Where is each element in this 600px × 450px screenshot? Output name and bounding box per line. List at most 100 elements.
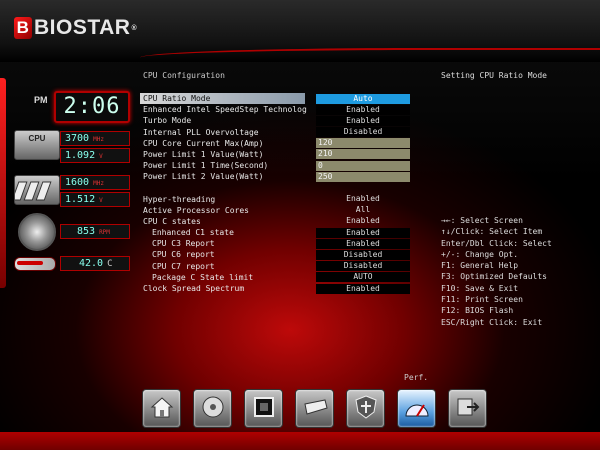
setting-value[interactable]: Enabled xyxy=(316,283,410,294)
setting-label: CPU C3 Report xyxy=(152,239,215,249)
temperature-value: 42.0 xyxy=(79,258,104,269)
setting-row[interactable]: Power Limit 1 Time(Second) 0 xyxy=(140,160,412,171)
disc-icon xyxy=(200,394,226,424)
setting-label: CPU Core Current Max(Amp) xyxy=(143,138,264,148)
fan-speed-value: 853 xyxy=(77,226,96,237)
setting-label: Enhanced C1 state xyxy=(152,228,234,238)
help-description: Setting CPU Ratio Mode xyxy=(441,71,547,80)
settings-spacer xyxy=(140,183,412,194)
setting-label: Power Limit 1 Time(Second) xyxy=(143,161,269,171)
setting-value-input[interactable]: 120 xyxy=(316,138,410,149)
setting-row[interactable]: CPU C states Enabled xyxy=(140,216,412,227)
setting-value[interactable]: Enabled xyxy=(316,115,410,126)
setting-value[interactable]: Enabled xyxy=(316,104,410,115)
setting-label: Clock Spread Spectrum xyxy=(143,284,245,293)
setting-label: CPU C6 report xyxy=(152,250,215,260)
setting-label: CPU Ratio Mode xyxy=(140,93,305,105)
setting-label: Internal PLL Overvoltage xyxy=(143,127,259,137)
fan-speed-unit: RPM xyxy=(99,229,110,236)
setting-value-input[interactable]: 0 xyxy=(316,160,410,171)
setting-row[interactable]: CPU C7 report Disabled xyxy=(140,261,412,272)
setting-row[interactable]: Active Processor Cores All xyxy=(140,205,412,216)
setting-value[interactable]: Enabled xyxy=(316,227,410,238)
setting-row[interactable]: Enhanced Intel SpeedStep Technolog Enable… xyxy=(140,104,412,115)
setting-label: Enhanced Intel SpeedStep Technolog xyxy=(143,105,307,115)
memory-frequency-value: 1600 xyxy=(65,177,90,188)
setting-row[interactable]: Enhanced C1 state Enabled xyxy=(140,227,412,238)
temperature-readout: 42.0 C xyxy=(60,256,130,271)
home-icon xyxy=(149,395,175,423)
setting-row[interactable]: Turbo Mode Enabled xyxy=(140,115,412,126)
cpu-frequency-unit: MHz xyxy=(93,136,104,143)
setting-row[interactable]: Power Limit 1 Value(Watt) 210 xyxy=(140,149,412,160)
shield-icon xyxy=(353,394,379,424)
nav-button-chip[interactable] xyxy=(244,389,283,428)
setting-value[interactable]: Enabled xyxy=(316,216,410,226)
memory-frequency-unit: MHz xyxy=(93,180,104,187)
setting-value[interactable]: Disabled xyxy=(316,261,410,272)
setting-row[interactable]: CPU Core Current Max(Amp) 120 xyxy=(140,138,412,149)
key-help-item: +/-: Change Opt. xyxy=(441,249,519,259)
cpu-icon: CPU xyxy=(14,130,60,160)
setting-value[interactable]: Enabled xyxy=(316,194,410,204)
setting-value[interactable]: Auto xyxy=(316,93,410,104)
brand-mark: B xyxy=(14,17,32,39)
cpu-icon-label: CPU xyxy=(28,134,46,143)
key-help-item: Enter/Dbl Click: Select xyxy=(441,238,552,248)
setting-row[interactable]: Package C State limit AUTO xyxy=(140,272,412,283)
setting-value-input[interactable]: 210 xyxy=(316,149,410,160)
exit-icon xyxy=(455,395,481,423)
section-title: CPU Configuration xyxy=(143,71,225,80)
setting-value[interactable]: Disabled xyxy=(316,249,410,260)
key-help-item: F12: BIOS Flash xyxy=(441,306,514,316)
setting-row[interactable]: CPU C3 Report Enabled xyxy=(140,238,412,249)
cpu-voltage-readout: 1.092 V xyxy=(60,148,130,163)
temperature-unit: C xyxy=(107,259,113,269)
nav-button-shield[interactable] xyxy=(346,389,385,428)
nav-button-disc[interactable] xyxy=(193,389,232,428)
brand-name: BIOSTAR xyxy=(34,16,131,39)
bottom-bar xyxy=(0,432,600,450)
cpu-voltage-value: 1.092 xyxy=(65,150,96,161)
key-help-item: F3: Optimized Defaults xyxy=(441,272,547,282)
nav-button-home[interactable] xyxy=(142,389,181,428)
memory-voltage-readout: 1.512 V xyxy=(60,192,130,207)
memory-voltage-value: 1.512 xyxy=(65,194,96,205)
nav-button-drive[interactable] xyxy=(295,389,334,428)
setting-row[interactable]: Clock Spread Spectrum Enabled xyxy=(140,283,412,294)
brand-reg: ® xyxy=(131,24,138,32)
clock-display: 2:06 xyxy=(54,91,130,123)
memory-voltage-unit: V xyxy=(99,197,103,204)
memory-frequency-readout: 1600 MHz xyxy=(60,175,130,190)
nav-button-exit[interactable] xyxy=(448,389,487,428)
drive-icon xyxy=(301,396,329,422)
memory-icon xyxy=(11,175,60,205)
cpu-frequency-value: 3700 xyxy=(65,133,90,144)
setting-label: CPU C states xyxy=(143,216,201,226)
setting-row[interactable]: CPU Ratio Mode Auto xyxy=(140,93,412,105)
key-help-item: F1: General Help xyxy=(441,261,519,271)
setting-row[interactable]: Hyper-threading Enabled xyxy=(140,194,412,205)
settings-list: CPU Ratio Mode Auto Enhanced Intel SpeedSt… xyxy=(140,93,412,294)
setting-label: CPU C7 report xyxy=(152,261,215,271)
cpu-voltage-unit: V xyxy=(99,153,103,160)
setting-label: Hyper-threading xyxy=(143,194,216,204)
performance-icon xyxy=(403,394,431,424)
nav-button-performance[interactable] xyxy=(397,389,436,428)
setting-label: Package C State limit xyxy=(152,272,254,282)
key-help-item: ↑↓/Click: Select Item xyxy=(441,227,543,237)
setting-value[interactable]: Enabled xyxy=(316,238,410,249)
setting-value[interactable]: All xyxy=(316,205,410,215)
setting-label: Turbo Mode xyxy=(143,116,192,126)
setting-value-input[interactable]: 250 xyxy=(316,171,410,182)
setting-row[interactable]: Internal PLL Overvoltage Disabled xyxy=(140,127,412,138)
setting-label: Power Limit 1 Value(Watt) xyxy=(143,149,264,159)
setting-value[interactable]: Disabled xyxy=(316,127,410,138)
setting-label: Power Limit 2 Value(Watt) xyxy=(143,172,264,182)
setting-value[interactable]: AUTO xyxy=(316,272,410,283)
setting-row[interactable]: Power Limit 2 Value(Watt) 250 xyxy=(140,171,412,182)
setting-row[interactable]: CPU C6 report Disabled xyxy=(140,249,412,260)
brand-logo: B BIOSTAR ® xyxy=(14,16,137,40)
nav-active-label: Perf. xyxy=(404,373,429,382)
key-help-item: →←: Select Screen xyxy=(441,216,523,225)
